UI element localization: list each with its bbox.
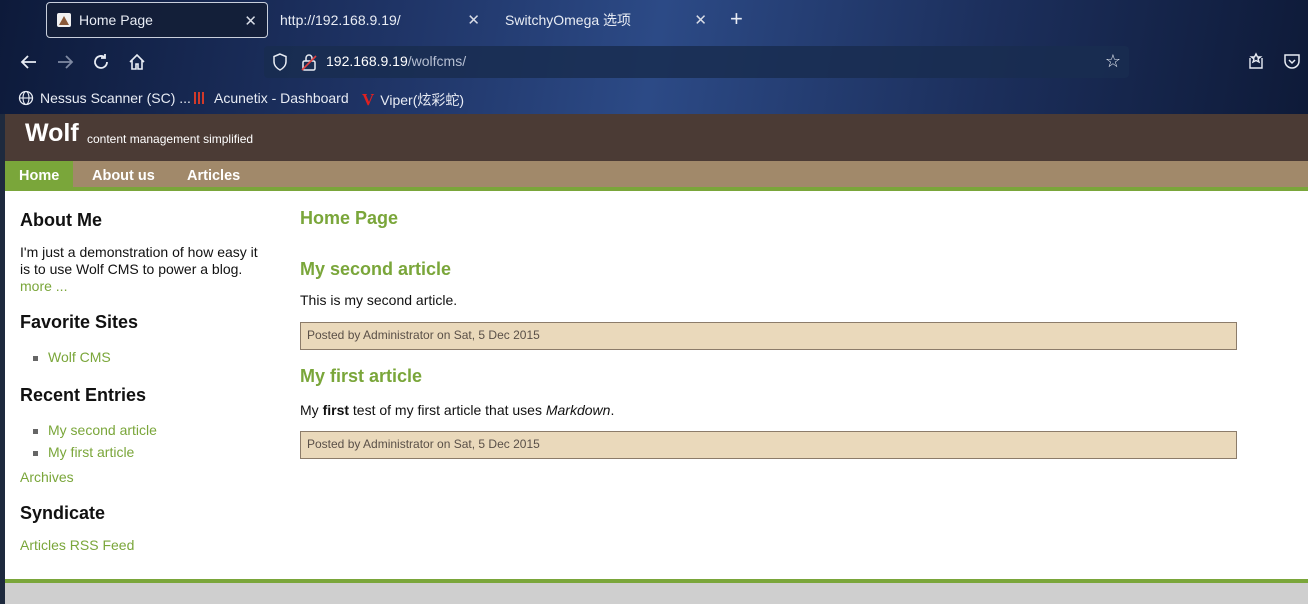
bullet-icon [33,428,38,434]
article-body: My first test of my first article that u… [300,402,614,418]
tab-bar: Home Page ✕ http://192.168.9.19/ ✕ Switc… [0,0,1308,41]
wolf-favicon-icon [57,13,71,27]
site-footer [5,583,1308,604]
browser-chrome: Home Page ✕ http://192.168.9.19/ ✕ Switc… [0,0,1308,114]
body-text: My [300,402,323,418]
bullet-icon [33,355,38,361]
bookmark-label: Viper(炫彩蛇) [380,92,465,108]
globe-icon [18,90,34,106]
navigation-bar: 192.168.9.19/wolfcms/ ☆ [0,41,1308,83]
first-article-title-link[interactable]: My first article [300,366,422,386]
article-title: My first article [300,366,422,387]
list-item: My first article [33,444,134,460]
bookmark-star-icon[interactable]: ☆ [1105,51,1121,72]
list-item: My second article [33,422,157,438]
back-arrow-icon[interactable] [18,51,40,73]
about-heading: About Me [20,210,102,230]
tab-home-page[interactable]: Home Page ✕ [46,2,268,38]
url-host: 192.168.9.19 [326,53,408,69]
archives-link[interactable]: Archives [20,469,74,485]
web-page: Wolf content management simplified Home … [5,114,1308,604]
menu-articles[interactable]: Articles [173,161,254,191]
site-tagline: content management simplified [87,132,254,146]
bookmark-viper[interactable]: V Viper(炫彩蛇) [362,90,464,110]
syndicate-heading: Syndicate [20,503,106,523]
close-tab-icon[interactable]: ✕ [467,11,480,29]
url-text: 192.168.9.19/wolfcms/ [326,53,466,69]
url-path: /wolfcms/ [407,53,467,69]
tab-ip-address[interactable]: http://192.168.9.19/ ✕ [270,2,490,38]
body-text: test of my first article that uses [349,402,546,418]
rss-feed-link[interactable]: Articles RSS Feed [20,537,134,553]
favorites-heading: Favorite Sites [20,312,139,332]
body-bold-text: first [322,402,350,418]
article-body: This is my second article. [300,292,458,308]
menu-home[interactable]: Home [5,161,74,191]
shield-icon[interactable] [272,53,288,71]
article-title: My second article [300,259,451,280]
recent-heading: Recent Entries [20,385,147,405]
reload-icon[interactable] [90,51,112,73]
tab-label: SwitchyOmega 选项 [505,12,632,28]
bookmark-label: Nessus Scanner (SC) ... [40,90,191,106]
more-link[interactable]: more ... [20,278,67,294]
bullet-icon [33,450,38,456]
body-text: . [610,402,615,418]
article-info: Posted by Administrator on Sat, 5 Dec 20… [300,322,1237,350]
close-tab-icon[interactable]: ✕ [694,11,707,29]
second-article-title-link[interactable]: My second article [300,259,451,279]
list-item: Wolf CMS [33,349,111,365]
close-tab-icon[interactable]: ✕ [244,12,257,30]
viper-icon: V [362,90,375,109]
new-tab-icon[interactable]: + [730,8,743,30]
insecure-lock-icon[interactable] [301,53,317,71]
bookmark-nessus[interactable]: Nessus Scanner (SC) ... [18,90,191,106]
site-title[interactable]: Wolf [25,119,79,148]
address-bar[interactable]: 192.168.9.19/wolfcms/ ☆ [264,46,1129,78]
acunetix-icon [192,90,208,106]
site-header: Wolf content management simplified [5,114,1308,161]
wolf-cms-link[interactable]: Wolf CMS [48,349,111,365]
page-title: Home Page [300,208,399,228]
home-icon[interactable] [126,51,148,73]
bookmarks-bar: Nessus Scanner (SC) ... Acunetix - Dashb… [0,83,1308,114]
recent-first-article-link[interactable]: My first article [48,444,134,460]
tab-switchyomega[interactable]: SwitchyOmega 选项 ✕ [495,2,717,38]
bookmark-acunetix[interactable]: Acunetix - Dashboard [192,90,349,106]
save-to-pocket-list-icon[interactable] [1246,51,1266,71]
tab-label: http://192.168.9.19/ [280,12,401,28]
bookmark-label: Acunetix - Dashboard [214,90,349,106]
recent-second-article-link[interactable]: My second article [48,422,157,438]
forward-arrow-icon[interactable] [54,51,76,73]
pocket-icon[interactable] [1282,51,1302,71]
tab-label: Home Page [79,12,153,28]
site-menu: Home About us Articles [5,161,1308,191]
body-italic-text: Markdown [545,402,611,418]
menu-about-us[interactable]: About us [78,161,169,191]
article-info: Posted by Administrator on Sat, 5 Dec 20… [300,431,1237,459]
about-text: I'm just a demonstration of how easy it … [20,244,258,277]
